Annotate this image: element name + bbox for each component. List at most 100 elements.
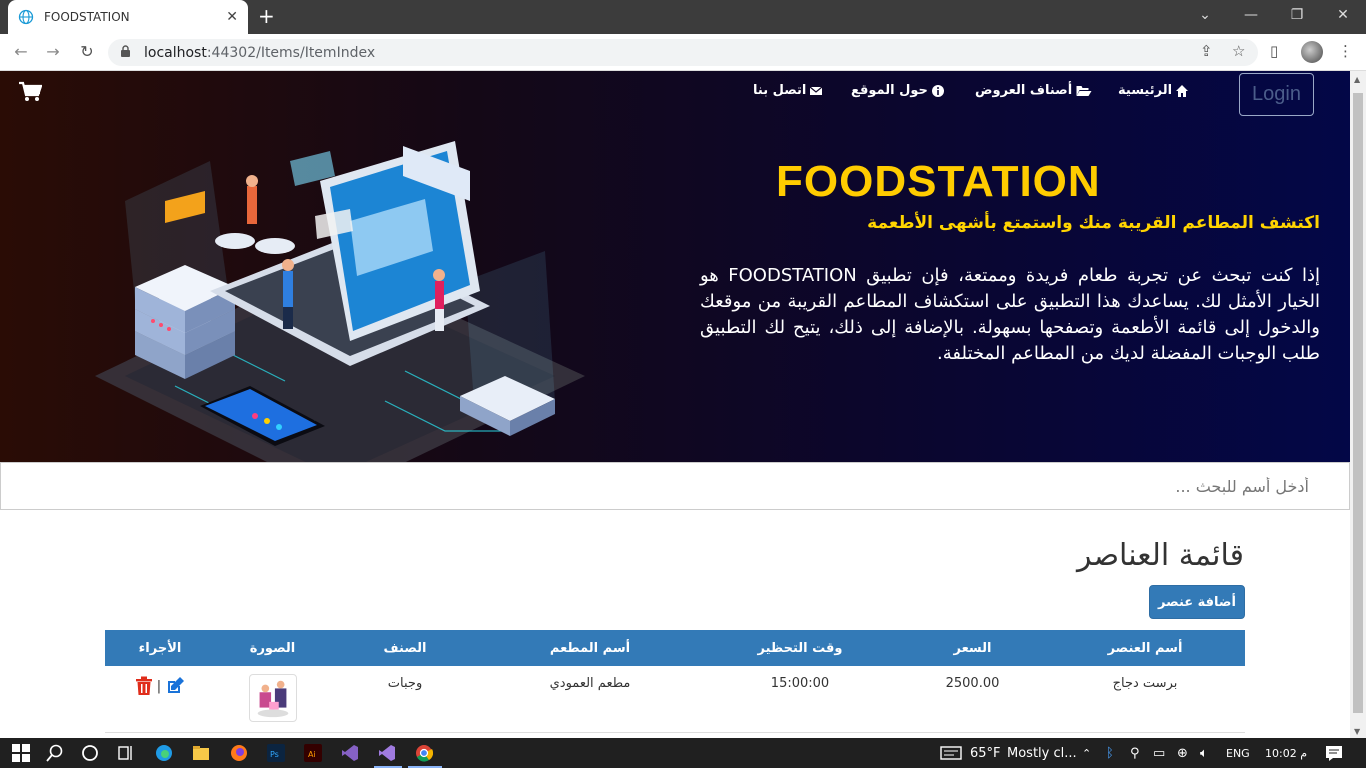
edge-icon[interactable] [155, 744, 173, 762]
cell-image [215, 666, 330, 733]
file-explorer-icon[interactable] [192, 744, 210, 762]
forward-icon[interactable]: → [42, 42, 64, 61]
brand-title: FOODSTATION [776, 157, 1101, 206]
svg-text:Ai: Ai [308, 750, 316, 759]
weather-icon[interactable] [940, 744, 962, 762]
scrollbar-thumb[interactable] [1353, 93, 1363, 713]
col-price: السعر [900, 630, 1045, 666]
page-scrollbar[interactable]: ▲ ▼ [1350, 71, 1366, 738]
item-thumbnail [248, 674, 297, 722]
tab-search-icon[interactable]: ⌄ [1182, 0, 1228, 30]
cell-prep-time: 15:00:00 [700, 666, 900, 733]
visual-studio-icon[interactable] [341, 744, 359, 762]
hero-illustration [95, 141, 585, 471]
nav-contact[interactable]: اتصل بنا [753, 83, 823, 98]
hero-description: إذا كنت تبحث عن تجربة طعام فريدة وممتعة،… [700, 265, 1320, 364]
chrome-icon[interactable] [415, 744, 433, 762]
usb-icon[interactable]: ⚲ [1130, 746, 1140, 761]
new-tab-button[interactable]: + [258, 5, 275, 27]
nav-categories[interactable]: أصناف العروض [975, 83, 1092, 98]
weather-desc[interactable]: Mostly cl... [1007, 746, 1077, 761]
back-icon[interactable]: ← [10, 42, 32, 61]
address-bar-row: ← → ↻ localhost:44302/Items/ItemIndex ⇪ … [0, 34, 1366, 71]
close-window-icon[interactable]: ✕ [1320, 0, 1366, 30]
visual-studio-2-icon[interactable] [378, 744, 396, 762]
illustrator-icon[interactable]: Ai [304, 744, 322, 762]
page-viewport: اتصل بنا حول الموقع أصناف العروض الرئيسي… [0, 71, 1350, 738]
items-table: أسم العنصر السعر وقت التحظير أسم المطعم … [105, 630, 1245, 733]
nav-home-label: الرئيسية [1118, 83, 1173, 98]
minimize-icon[interactable]: — [1228, 0, 1274, 30]
nav-about-label: حول الموقع [851, 83, 928, 98]
task-view-icon[interactable] [117, 744, 135, 762]
tray-chevron-icon[interactable]: ⌃ [1082, 747, 1091, 760]
cell-price: 2500.00 [900, 666, 1045, 733]
col-image: الصورة [215, 630, 330, 666]
volume-icon[interactable]: 🔈︎ [1200, 746, 1208, 761]
cell-actions: | [105, 666, 215, 733]
cell-category: وجبات [330, 666, 480, 733]
actions-separator: | [156, 678, 162, 694]
notifications-icon[interactable] [1325, 744, 1343, 762]
lock-icon [121, 45, 130, 57]
col-actions: الأجراء [105, 630, 215, 666]
battery-icon[interactable]: ▭ [1153, 746, 1165, 761]
table-row: برست دجاج 2500.00 15:00:00 مطعم العمودي … [105, 666, 1245, 733]
hero-banner: اتصل بنا حول الموقع أصناف العروض الرئيسي… [0, 71, 1350, 471]
windows-start-icon[interactable] [12, 744, 30, 762]
close-tab-icon[interactable]: ✕ [226, 9, 238, 25]
items-heading: قائمة العناصر [1077, 538, 1244, 573]
globe-icon [18, 9, 34, 25]
table-header-row: أسم العنصر السعر وقت التحظير أسم المطعم … [105, 630, 1245, 666]
nav-home[interactable]: الرئيسية [1118, 83, 1189, 98]
hero-tagline: اكتشف المطاعم القريبة منك واستمتع بأشهى … [867, 213, 1320, 233]
cell-restaurant: مطعم العمودي [480, 666, 700, 733]
network-icon[interactable]: ⊕ [1177, 746, 1188, 761]
info-icon [931, 84, 944, 97]
col-prep-time: وقت التحظير [700, 630, 900, 666]
cart-icon[interactable] [18, 81, 42, 103]
browser-tab-strip: FOODSTATION ✕ + ⌄ — ❐ ✕ [0, 0, 1366, 34]
scroll-down-icon[interactable]: ▼ [1354, 727, 1360, 736]
url-path: :44302/Items/ItemIndex [206, 44, 376, 61]
col-category: الصنف [330, 630, 480, 666]
cortana-icon[interactable] [81, 744, 99, 762]
firefox-icon[interactable] [230, 744, 248, 762]
cell-item-name: برست دجاج [1045, 666, 1245, 733]
photoshop-icon[interactable]: Ps [267, 744, 285, 762]
share-icon[interactable]: ⇪ [1200, 42, 1213, 60]
nav-contact-label: اتصل بنا [753, 83, 807, 98]
clock[interactable]: 10:02 م [1265, 747, 1307, 760]
trash-icon[interactable] [135, 676, 153, 696]
home-icon [1176, 84, 1189, 97]
col-name: أسم العنصر [1045, 630, 1245, 666]
nav-categories-label: أصناف العروض [975, 83, 1073, 98]
row-actions: | [135, 676, 185, 696]
login-button[interactable]: Login [1239, 73, 1314, 116]
bluetooth-icon[interactable]: ᛒ [1106, 746, 1114, 761]
tab-title: FOODSTATION [44, 10, 130, 24]
browser-tab[interactable]: FOODSTATION ✕ [8, 0, 248, 34]
url-host: localhost [144, 44, 207, 61]
weather-temp[interactable]: 65°F [970, 746, 1001, 761]
url-field[interactable]: localhost:44302/Items/ItemIndex [108, 39, 1258, 66]
svg-text:Ps: Ps [270, 750, 279, 759]
search-icon[interactable] [46, 744, 64, 762]
search-input[interactable] [1, 463, 1349, 509]
reload-icon[interactable]: ↻ [76, 42, 98, 61]
windows-taskbar: Ps Ai 65°F Mostly cl... ⌃ ᛒ ⚲ ▭ ⊕ 🔈︎ ENG… [0, 738, 1366, 768]
menu-dots-icon[interactable]: ⋮ [1338, 42, 1353, 60]
profile-avatar[interactable] [1301, 41, 1323, 63]
restore-icon[interactable]: ❐ [1274, 0, 1320, 30]
nav-about[interactable]: حول الموقع [851, 83, 945, 98]
add-item-button[interactable]: أضافة عنصر [1149, 585, 1245, 619]
envelope-icon [809, 86, 823, 95]
scroll-up-icon[interactable]: ▲ [1354, 75, 1360, 84]
edit-icon[interactable] [165, 676, 185, 696]
col-restaurant: أسم المطعم [480, 630, 700, 666]
side-panel-icon[interactable]: ▯ [1270, 42, 1278, 60]
folder-open-icon [1076, 85, 1092, 96]
language-indicator[interactable]: ENG [1226, 747, 1250, 760]
search-box[interactable] [0, 462, 1350, 510]
bookmark-star-icon[interactable]: ☆ [1232, 42, 1245, 60]
